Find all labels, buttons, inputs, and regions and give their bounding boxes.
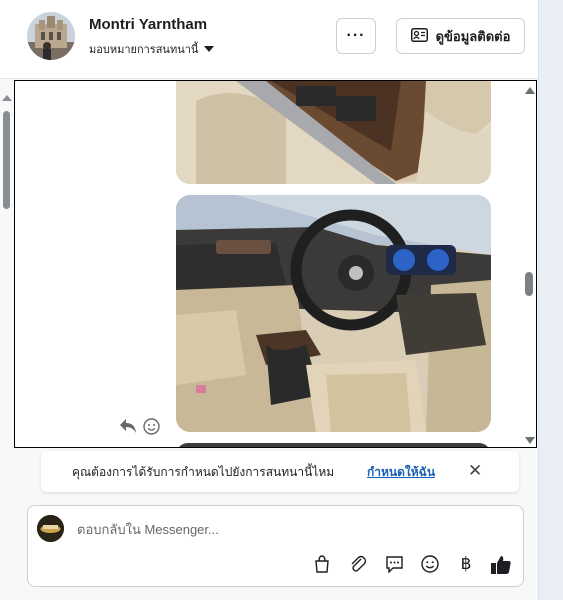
- emoji-icon[interactable]: [419, 553, 441, 575]
- saved-reply-icon[interactable]: [383, 553, 405, 575]
- more-options-button[interactable]: ···: [336, 18, 376, 54]
- assign-prompt-question: คุณต้องการได้รับการกำหนดไปยังการสนทนานี้…: [72, 465, 335, 479]
- conversation-pane: Montri Yarntham มอบหมายการสนทนานี้ ··· ด…: [0, 0, 538, 600]
- contact-avatar[interactable]: [27, 12, 75, 60]
- reply-input[interactable]: [75, 518, 499, 540]
- shopping-bag-icon[interactable]: [311, 553, 333, 575]
- assign-to-me-link[interactable]: กำหนดให้ฉัน: [367, 463, 435, 482]
- message-image-car-interior[interactable]: [176, 195, 491, 432]
- reply-composer: ฿: [27, 505, 524, 587]
- scrollbar-thumb[interactable]: [525, 272, 533, 296]
- reply-icon[interactable]: [119, 418, 137, 439]
- conversation-header: Montri Yarntham มอบหมายการสนทนานี้ ··· ด…: [0, 0, 538, 79]
- baht-icon[interactable]: ฿: [455, 553, 477, 575]
- scroll-up-arrow-icon[interactable]: [525, 87, 535, 94]
- view-contact-info-button[interactable]: ดูข้อมูลติดต่อ: [396, 18, 525, 54]
- contact-card-icon: [410, 27, 428, 45]
- message-image-partial[interactable]: [176, 443, 491, 447]
- assign-to-me-prompt: คุณต้องการได้รับการกำหนดไปยังการสนทนานี้…: [41, 451, 519, 492]
- scroll-up-arrow-icon[interactable]: [2, 95, 12, 101]
- contact-name[interactable]: Montri Yarntham: [89, 16, 207, 33]
- scroll-down-arrow-icon[interactable]: [525, 437, 535, 444]
- react-emoji-icon[interactable]: [143, 418, 160, 440]
- attachment-icon[interactable]: [347, 553, 369, 575]
- contact-info-label: ดูข้อมูลติดต่อ: [435, 28, 511, 44]
- message-thread[interactable]: [14, 80, 537, 448]
- thumbs-up-icon[interactable]: [490, 553, 512, 575]
- close-icon[interactable]: ✕: [468, 461, 482, 481]
- assign-label: มอบหมายการสนทนานี้: [89, 44, 199, 56]
- thread-scrollbar[interactable]: [522, 81, 536, 447]
- chevron-down-icon: [204, 46, 215, 52]
- right-panel-edge: [538, 0, 563, 600]
- outer-scrollbar[interactable]: [0, 92, 14, 600]
- page-avatar: [37, 515, 64, 542]
- scrollbar-thumb[interactable]: [3, 111, 10, 209]
- message-image-door-panel[interactable]: [176, 81, 491, 184]
- assign-conversation-dropdown[interactable]: มอบหมายการสนทนานี้: [89, 40, 215, 58]
